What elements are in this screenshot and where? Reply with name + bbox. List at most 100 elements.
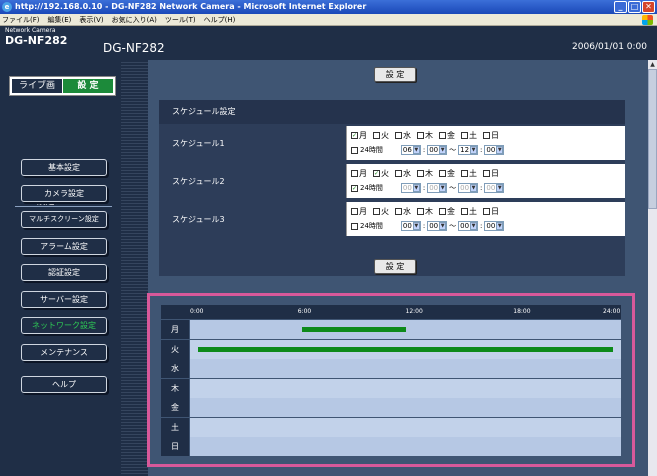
schedule-field: 月 火 水 木 金 土 日 24時間 00 ▼:00 ▼ ～ 00 ▼:00 ▼ — [346, 202, 625, 236]
day-checkbox[interactable] — [373, 208, 380, 215]
time-range: ✓ 24時間 00 ▼:00 ▼ ～ 00 ▼:00 ▼ — [351, 183, 505, 193]
range-tilde: ～ — [449, 146, 457, 154]
day-checkbox[interactable] — [417, 170, 424, 177]
day-checkbox[interactable] — [439, 132, 446, 139]
all-day-checkbox[interactable] — [351, 222, 358, 230]
windows-logo-icon — [642, 15, 653, 25]
all-day-checkbox[interactable] — [351, 146, 358, 154]
start-hour-select[interactable]: 00 ▼ — [400, 221, 421, 231]
scroll-up-icon[interactable]: ▲ — [648, 60, 657, 69]
timeline-day-label: 水 — [161, 359, 189, 378]
day-label: 火 — [381, 207, 389, 216]
day-option[interactable]: ✓ 月 — [351, 130, 367, 141]
sidebar-item-server[interactable]: サーバー設定 — [21, 291, 107, 308]
timeline-header: 0:00 6:00 12:00 18:00 24:00 — [161, 305, 621, 319]
day-option[interactable]: 月 — [351, 168, 367, 179]
end-minute-select[interactable]: 00 ▼ — [484, 221, 505, 231]
maximize-button[interactable]: □ — [628, 1, 641, 13]
scrollbar-thumb[interactable] — [648, 69, 657, 209]
end-hour-select[interactable]: 12 ▼ — [458, 145, 479, 155]
day-option[interactable]: 日 — [483, 206, 499, 217]
live-view-tab[interactable]: ライブ画 — [12, 79, 62, 93]
schedule-row: スケジュール1 ✓ 月 火 水 木 金 土 日 24時間 06 ▼: 00 ▼… — [159, 125, 625, 162]
start-hour-select[interactable]: 06 ▼ — [400, 145, 421, 155]
menu-help[interactable]: ヘルプ(H) — [204, 14, 236, 25]
day-option[interactable]: 水 — [395, 206, 411, 217]
day-checkbox[interactable] — [461, 208, 468, 215]
day-option[interactable]: 木 — [417, 130, 433, 141]
menu-favorites[interactable]: お気に入り(A) — [112, 14, 157, 25]
day-option[interactable]: 木 — [417, 168, 433, 179]
day-option[interactable]: 金 — [439, 206, 455, 217]
day-option[interactable]: 日 — [483, 130, 499, 141]
brand-subtitle: Network Camera — [5, 27, 56, 34]
chevron-down-icon: ▼ — [496, 146, 504, 154]
menu-file[interactable]: ファイル(F) — [2, 14, 40, 25]
day-option[interactable]: 月 — [351, 206, 367, 217]
start-hour-select[interactable]: 00 ▼ — [400, 183, 421, 193]
chevron-down-icon: ▼ — [496, 222, 504, 230]
day-checkbox[interactable] — [483, 208, 490, 215]
timeline-lane — [190, 378, 621, 398]
day-option[interactable]: 金 — [439, 130, 455, 141]
day-option[interactable]: 土 — [461, 130, 477, 141]
menu-edit[interactable]: 編集(E) — [48, 14, 72, 25]
sidebar-item-maintenance[interactable]: メンテナンス — [21, 344, 107, 361]
day-option[interactable]: 金 — [439, 168, 455, 179]
close-button[interactable]: ✕ — [642, 1, 655, 13]
day-checkbox[interactable] — [461, 132, 468, 139]
start-minute-select[interactable]: 00 ▼ — [427, 221, 448, 231]
day-option[interactable]: 水 — [395, 130, 411, 141]
menu-view[interactable]: 表示(V) — [79, 14, 103, 25]
day-checkbox[interactable] — [439, 170, 446, 177]
day-label: 日 — [491, 131, 499, 140]
schedule-row: スケジュール2 月 ✓ 火 水 木 金 土 日 ✓ 24時間 00 ▼: 00… — [159, 163, 625, 200]
day-checkbox[interactable] — [351, 208, 358, 215]
sidebar-item-basic[interactable]: 基本設定 — [21, 159, 107, 176]
day-checkbox[interactable] — [439, 208, 446, 215]
day-checkbox[interactable] — [395, 132, 402, 139]
minimize-button[interactable]: _ — [614, 1, 627, 13]
all-day-checkbox[interactable]: ✓ — [351, 184, 358, 192]
sidebar-item-network[interactable]: ネットワーク設定 — [21, 317, 107, 334]
day-label: 月 — [359, 131, 367, 140]
day-checkbox[interactable]: ✓ — [351, 132, 358, 139]
day-checkbox[interactable] — [483, 170, 490, 177]
day-option[interactable]: 火 — [373, 206, 389, 217]
day-option[interactable]: ✓ 火 — [373, 168, 389, 179]
day-option[interactable]: 土 — [461, 168, 477, 179]
day-option[interactable]: 土 — [461, 206, 477, 217]
sidebar-item-help[interactable]: ヘルプ — [21, 376, 107, 393]
sidebar-item-multiscreen[interactable]: マルチスクリーン設定 — [21, 211, 107, 228]
end-hour-select[interactable]: 00 ▼ — [458, 183, 479, 193]
setup-button-bottom[interactable]: 設 定 — [374, 259, 416, 274]
day-option[interactable]: 水 — [395, 168, 411, 179]
sidebar-item-camera[interactable]: カメラ設定 — [21, 185, 107, 202]
start-minute-select[interactable]: 00 ▼ — [427, 183, 448, 193]
day-checkbox[interactable] — [395, 170, 402, 177]
app-header: Network Camera DG-NF282 DG-NF282 2006/01… — [0, 26, 657, 60]
chevron-down-icon: ▼ — [439, 222, 447, 230]
end-hour-select[interactable]: 00 ▼ — [458, 221, 479, 231]
setup-button-top[interactable]: 設 定 — [374, 67, 416, 82]
day-checkbox[interactable]: ✓ — [373, 170, 380, 177]
day-option[interactable]: 日 — [483, 168, 499, 179]
day-checkbox[interactable] — [417, 208, 424, 215]
chevron-down-icon: ▼ — [470, 222, 478, 230]
start-minute-select[interactable]: 00 ▼ — [427, 145, 448, 155]
day-checkbox[interactable] — [395, 208, 402, 215]
day-checkbox[interactable] — [417, 132, 424, 139]
day-checkbox[interactable] — [373, 132, 380, 139]
day-checkbox[interactable] — [483, 132, 490, 139]
sidebar-item-alarm[interactable]: アラーム設定 — [21, 238, 107, 255]
chevron-down-icon: ▼ — [470, 146, 478, 154]
sidebar-item-auth[interactable]: 認証設定 — [21, 264, 107, 281]
day-checkbox[interactable] — [461, 170, 468, 177]
setup-tab[interactable]: 設 定 — [63, 79, 113, 93]
day-option[interactable]: 木 — [417, 206, 433, 217]
menu-tools[interactable]: ツール(T) — [165, 14, 196, 25]
end-minute-select[interactable]: 00 ▼ — [484, 145, 505, 155]
day-option[interactable]: 火 — [373, 130, 389, 141]
day-checkbox[interactable] — [351, 170, 358, 177]
end-minute-select[interactable]: 00 ▼ — [484, 183, 505, 193]
